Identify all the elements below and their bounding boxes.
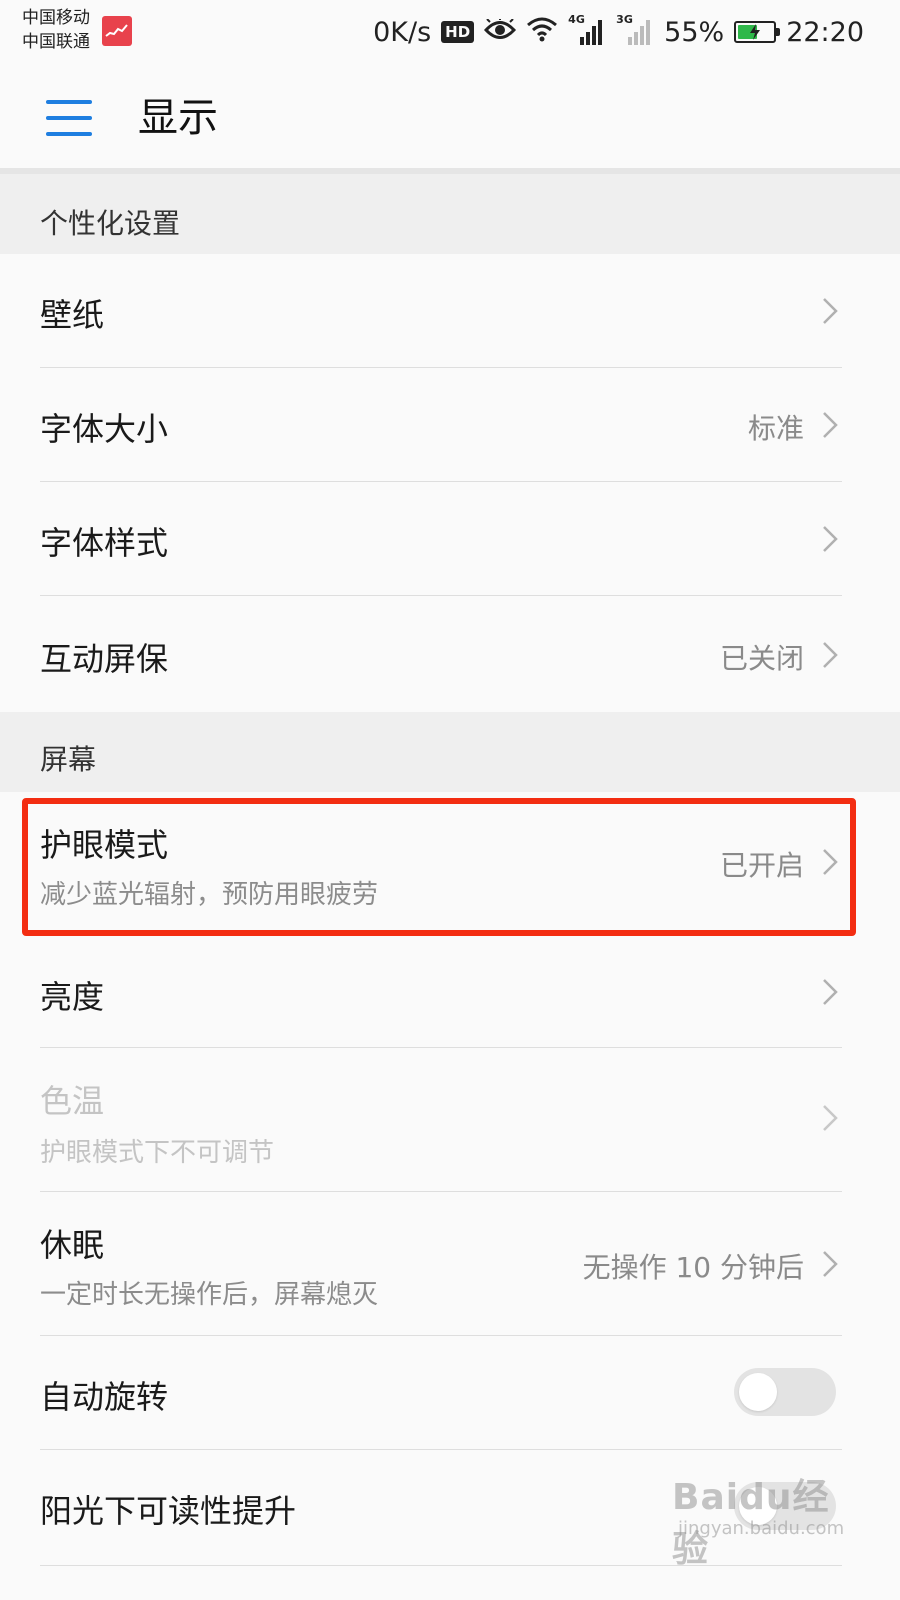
settings-item-title: 壁纸 — [40, 296, 105, 334]
settings-item-subtitle: 护眼模式下不可调节 — [40, 1138, 275, 1168]
settings-item-title: 字体样式 — [40, 524, 169, 562]
status-bar: 中国移动 中国联通 0K/s HD 4G 3G 55% 22:20 — [0, 0, 900, 62]
carrier-name-2: 中国联通 — [22, 32, 90, 52]
settings-item-title: 互动屏保 — [40, 640, 169, 678]
chevron-right-icon — [823, 1251, 838, 1277]
chevron-right-icon — [823, 1105, 838, 1131]
settings-item-font-size[interactable]: 字体大小 标准 — [0, 368, 900, 482]
settings-item-brightness[interactable]: 亮度 — [0, 940, 900, 1048]
toggle-knob — [739, 1373, 777, 1411]
watermark-url: jingyan.baidu.com — [678, 1518, 845, 1539]
clock: 22:20 — [786, 16, 864, 48]
settings-item-value: 已关闭 — [719, 642, 804, 675]
settings-item-value: 标准 — [747, 412, 804, 445]
chevron-right-icon — [823, 979, 838, 1005]
section-header-label: 个性化设置 — [40, 207, 181, 240]
section-header-personalization: 个性化设置 — [0, 174, 900, 254]
auto-rotate-toggle[interactable] — [734, 1368, 836, 1416]
carrier-info: 中国移动 中国联通 — [22, 6, 90, 54]
menu-icon[interactable] — [46, 100, 92, 136]
settings-item-title: 亮度 — [40, 978, 105, 1016]
battery-icon — [734, 21, 781, 43]
chevron-right-icon — [823, 642, 838, 668]
settings-item-wallpaper[interactable]: 壁纸 — [0, 254, 900, 368]
settings-item-font-style[interactable]: 字体样式 — [0, 482, 900, 596]
settings-item-title: 字体大小 — [40, 410, 169, 448]
hd-voice-icon: HD — [441, 21, 475, 43]
settings-item-screensaver[interactable]: 互动屏保 已关闭 — [0, 596, 900, 712]
network-speed: 0K/s — [373, 16, 432, 48]
settings-item-title: 自动旋转 — [40, 1378, 169, 1416]
settings-item-subtitle: 一定时长无操作后，屏幕熄灭 — [40, 1280, 379, 1310]
settings-item-value: 无操作 10 分钟后 — [582, 1251, 804, 1284]
chevron-right-icon — [823, 412, 838, 438]
section-header-screen: 屏幕 — [0, 712, 900, 792]
app-bar: 显示 — [0, 62, 900, 174]
settings-item-auto-rotate[interactable]: 自动旋转 — [0, 1336, 900, 1450]
settings-item-sleep[interactable]: 休眠 一定时长无操作后，屏幕熄灭 无操作 10 分钟后 — [0, 1192, 900, 1336]
settings-item-title: 色温 — [40, 1082, 105, 1120]
watermark: Baidu经验 jingyan.baidu.com — [672, 1468, 845, 1570]
chevron-right-icon — [823, 526, 838, 552]
eye-comfort-icon — [484, 16, 517, 48]
battery-percent: 55% — [664, 16, 725, 48]
chevron-right-icon — [823, 298, 838, 324]
page-title: 显示 — [138, 95, 218, 141]
settings-item-title: 休眠 — [40, 1226, 105, 1264]
status-icons: 0K/s HD 4G 3G 55% 22:20 — [373, 12, 864, 52]
notification-app-icon — [102, 16, 132, 46]
wifi-icon — [526, 16, 558, 49]
highlight-annotation — [22, 798, 856, 936]
section-header-label: 屏幕 — [40, 743, 97, 776]
settings-item-title: 阳光下可读性提升 — [40, 1492, 297, 1530]
settings-item-color-temperature: 色温 护眼模式下不可调节 — [0, 1048, 900, 1192]
signal-3g-icon: 3G — [616, 13, 654, 47]
carrier-name-1: 中国移动 — [22, 8, 90, 28]
signal-4g-icon: 4G — [568, 13, 606, 47]
